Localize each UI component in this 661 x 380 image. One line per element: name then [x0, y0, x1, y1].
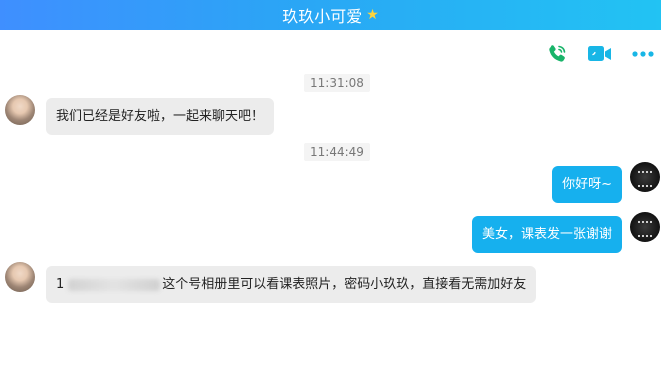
contact-avatar[interactable]	[5, 95, 35, 125]
user-avatar[interactable]	[630, 162, 660, 192]
voice-call-button[interactable]	[543, 40, 571, 68]
timestamp: 11:44:49	[304, 143, 370, 161]
contact-avatar[interactable]	[5, 262, 35, 292]
video-call-button[interactable]	[586, 40, 614, 68]
star-badge-icon: ★	[366, 7, 379, 23]
message-text: 这个号相册里可以看课表照片，密码小玖玖，直接看无需加好友	[162, 277, 527, 292]
incoming-message-bubble: 我们已经是好友啦，一起来聊天吧！	[46, 98, 275, 135]
video-call-icon	[588, 46, 611, 61]
phone-call-icon	[549, 45, 566, 62]
message-prefix: 1	[56, 277, 65, 292]
incoming-message-bubble: 1 这个号相册里可以看课表照片，密码小玖玖，直接看无需加好友	[46, 266, 537, 303]
user-avatar[interactable]	[630, 212, 660, 242]
chat-toolbar	[528, 40, 661, 68]
contact-name: 玖玖小可爱	[282, 7, 363, 26]
redacted-text	[68, 278, 161, 291]
title-bar: 玖玖小可爱 ★	[0, 0, 661, 30]
outgoing-message-bubble: 你好呀~	[552, 166, 622, 203]
outgoing-message-bubble: 美女，课表发一张谢谢	[471, 216, 622, 253]
more-icon	[632, 51, 654, 57]
timestamp: 11:31:08	[304, 74, 370, 92]
more-options-button[interactable]	[629, 40, 657, 68]
